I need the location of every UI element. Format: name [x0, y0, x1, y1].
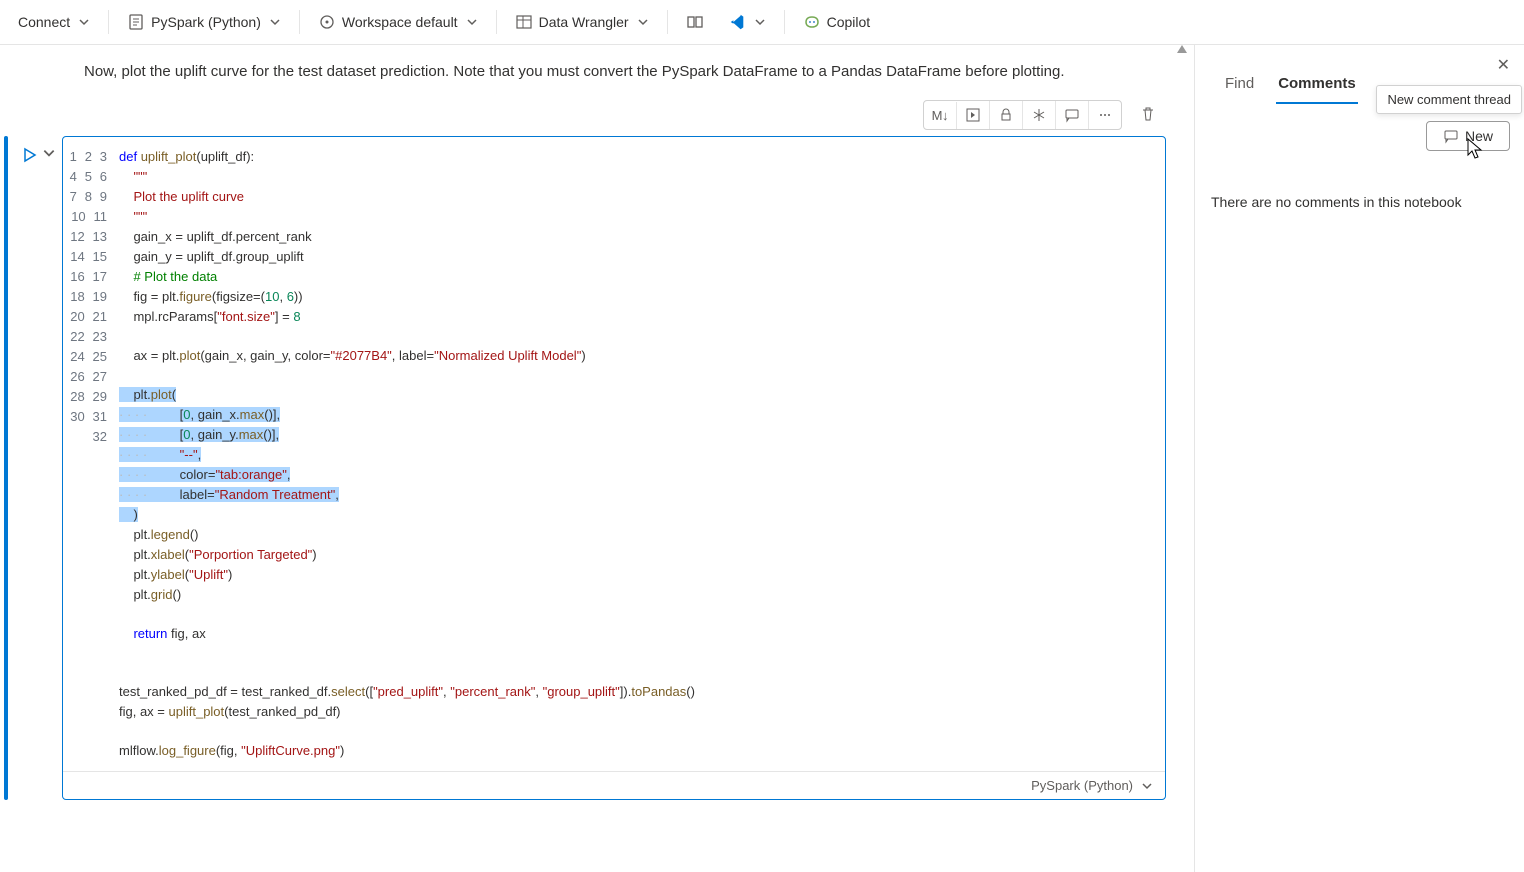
workspace-dropdown[interactable]: Workspace default — [308, 7, 488, 37]
separator — [784, 10, 785, 34]
code-cell[interactable]: 1 2 3 4 5 6 7 8 9 10 11 12 13 14 15 16 1… — [62, 136, 1166, 800]
scrollbar[interactable] — [1177, 45, 1191, 872]
comment-icon — [1443, 128, 1459, 144]
chevron-down-icon — [466, 16, 478, 28]
separator — [496, 10, 497, 34]
connect-label: Connect — [18, 14, 70, 30]
workspace-label: Workspace default — [342, 14, 458, 30]
run-cell-button[interactable] — [20, 146, 38, 164]
wrangler-label: Data Wrangler — [539, 14, 629, 30]
copilot-label: Copilot — [827, 14, 871, 30]
kernel-label: PySpark (Python) — [151, 14, 261, 30]
delete-cell-button[interactable] — [1132, 100, 1164, 130]
separator — [108, 10, 109, 34]
copilot-button[interactable]: Copilot — [793, 7, 881, 37]
tab-find[interactable]: Find — [1223, 69, 1256, 104]
chevron-down-icon — [754, 16, 766, 28]
run-below-button[interactable] — [957, 101, 990, 129]
top-toolbar: Connect PySpark (Python) Workspace defau… — [0, 0, 1524, 45]
chevron-down-icon — [78, 16, 90, 28]
layout-icon — [686, 13, 704, 31]
run-options-dropdown[interactable] — [42, 146, 56, 160]
freeze-button[interactable] — [1023, 101, 1056, 129]
table-icon — [515, 13, 533, 31]
notebook-area: Now, plot the uplift curve for the test … — [0, 45, 1194, 872]
more-button[interactable] — [1089, 101, 1121, 129]
data-wrangler-dropdown[interactable]: Data Wrangler — [505, 7, 659, 37]
markdown-toggle[interactable]: M↓ — [924, 102, 957, 129]
copilot-icon — [803, 13, 821, 31]
lock-button[interactable] — [990, 101, 1023, 129]
cell-toolbar: M↓ — [0, 100, 1176, 136]
empty-state-text: There are no comments in this notebook — [1209, 104, 1510, 210]
connect-dropdown[interactable]: Connect — [8, 8, 100, 36]
tab-comments[interactable]: Comments — [1276, 69, 1358, 104]
markdown-cell: Now, plot the uplift curve for the test … — [0, 45, 1176, 100]
line-gutter: 1 2 3 4 5 6 7 8 9 10 11 12 13 14 15 16 1… — [63, 137, 119, 771]
new-button-label: New — [1465, 128, 1493, 144]
comment-button[interactable] — [1056, 101, 1089, 129]
workspace-icon — [318, 13, 336, 31]
new-comment-button[interactable]: New — [1426, 121, 1510, 151]
kernel-dropdown[interactable]: PySpark (Python) — [117, 7, 291, 37]
vscode-icon — [728, 13, 746, 31]
cell-language-label[interactable]: PySpark (Python) — [1031, 778, 1133, 793]
cell-footer: PySpark (Python) — [63, 771, 1165, 799]
chevron-down-icon — [269, 16, 281, 28]
tooltip-new-comment: New comment thread — [1376, 85, 1522, 114]
comments-panel: ✕ Find Comments New comment thread New T… — [1194, 45, 1524, 872]
chevron-down-icon — [1141, 780, 1153, 792]
notebook-icon — [127, 13, 145, 31]
chevron-down-icon — [637, 16, 649, 28]
close-panel-button[interactable]: ✕ — [1497, 55, 1510, 75]
layout-button[interactable] — [676, 7, 714, 37]
separator — [299, 10, 300, 34]
vscode-button[interactable] — [718, 7, 776, 37]
code-editor[interactable]: def uplift_plot(uplift_df): """ Plot the… — [119, 137, 1165, 771]
separator — [667, 10, 668, 34]
